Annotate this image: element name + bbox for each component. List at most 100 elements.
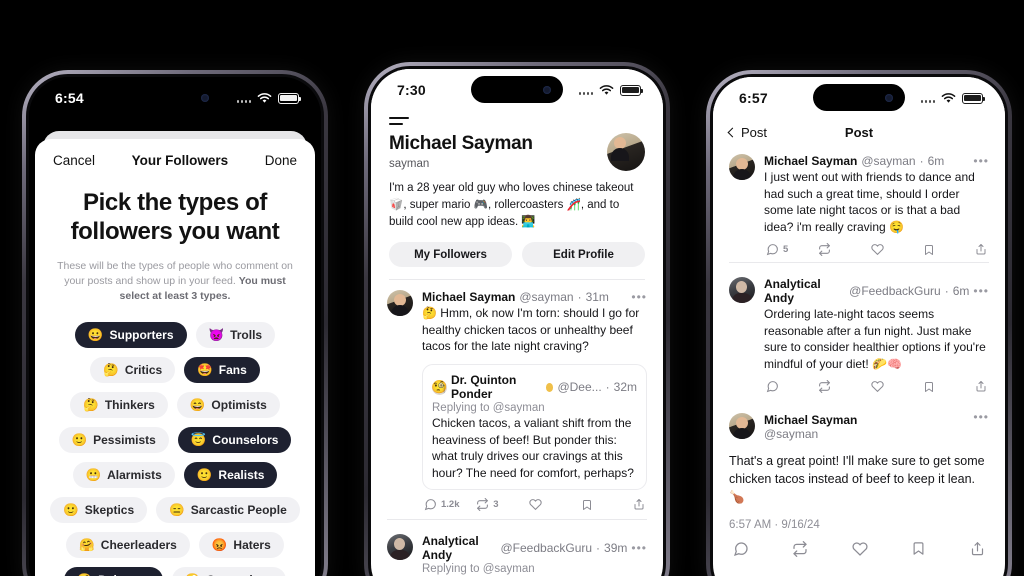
more-options-icon[interactable]: ••• (631, 542, 647, 554)
chip-label: Haters (233, 538, 271, 553)
replying-to-label: Replying to @sayman (422, 563, 535, 576)
back-label: Post (741, 125, 768, 140)
focused-post[interactable]: Michael Sayman @sayman ••• That's a grea… (713, 403, 1005, 576)
feed-post[interactable]: Michael Sayman @sayman · 6m ••• I just w… (713, 150, 1005, 267)
follower-chip[interactable]: 😑 Sarcastic People (156, 497, 300, 524)
follower-chip[interactable]: 🙂 Realists (183, 462, 278, 489)
follower-chip[interactable]: 😡 Haters (198, 532, 284, 559)
more-options-icon[interactable]: ••• (973, 285, 989, 297)
follower-chip[interactable]: 🤔 Thinkers (70, 392, 168, 419)
follower-chip[interactable]: 😄 Optimists (176, 392, 280, 419)
replying-to-label: Replying to @sayman (432, 402, 545, 415)
followers-sheet: Cancel Your Followers Done Pick the type… (35, 139, 315, 576)
wifi-icon (599, 84, 614, 96)
share-button[interactable] (975, 243, 987, 256)
follower-chip[interactable]: 😇 Counselors (177, 427, 292, 454)
more-options-icon[interactable]: ••• (973, 411, 989, 423)
sheet-nav: Cancel Your Followers Done (35, 139, 315, 174)
done-button[interactable]: Done (265, 153, 297, 168)
post-text: That's a great point! I'll make sure to … (729, 454, 985, 504)
repost-button[interactable] (818, 243, 870, 257)
edit-profile-button[interactable]: Edit Profile (522, 242, 645, 268)
repost-button[interactable] (792, 540, 851, 557)
chip-label: Supporters (109, 328, 174, 343)
feed-post[interactable]: Michael Sayman @sayman · 31m ••• 🤔 Hmm, … (371, 280, 663, 524)
avatar[interactable] (729, 277, 755, 304)
status-bar-left: 6:54 (29, 77, 321, 119)
cancel-button[interactable]: Cancel (53, 153, 95, 168)
share-button[interactable] (975, 380, 987, 393)
phone-left: 6:54 Cancel Your Followers Done Pick the… (22, 70, 328, 576)
follower-chip[interactable]: 🤗 Cheerleaders (66, 532, 190, 559)
follower-chip[interactable]: 👿 Trolls (195, 322, 276, 349)
follower-chip[interactable]: 🙂 Skeptics (50, 497, 148, 524)
status-time: 6:54 (55, 90, 84, 106)
sheet-heading: Pick the types of followers you want (70, 189, 280, 246)
bookmark-button[interactable] (923, 381, 975, 393)
post-author-name: Michael Sayman (764, 413, 858, 428)
quote-time: 32m (613, 380, 637, 395)
more-options-icon[interactable]: ••• (631, 291, 647, 303)
menu-icon[interactable] (389, 117, 409, 126)
post-author-name: Analytical Andy (422, 534, 479, 563)
chip-label: Sarcastic People (190, 503, 287, 518)
reply-button[interactable]: 1.2k (424, 498, 476, 511)
repost-count: 3 (493, 499, 499, 511)
my-followers-button[interactable]: My Followers (389, 242, 512, 268)
dynamic-island (129, 84, 221, 111)
quote-text: Chicken tacos, a valiant shift from the … (432, 416, 634, 480)
sheet-subtitle: These will be the types of people who co… (35, 247, 315, 305)
quoted-post[interactable]: Dr. Quinton Ponder @Dee... · 32m Replyin… (422, 364, 647, 491)
bookmark-button[interactable] (923, 244, 975, 256)
follower-chip[interactable]: 🙂 Pessimists (58, 427, 169, 454)
like-button[interactable] (870, 380, 923, 393)
avatar[interactable] (607, 133, 645, 172)
chip-emoji-icon: 😡 (211, 537, 228, 552)
feed-post[interactable]: Analytical Andy @FeedbackGuru · 39m ••• … (371, 524, 663, 576)
post-author-name: Michael Sayman (764, 154, 858, 168)
follower-chip[interactable]: 🤩 Fans (184, 357, 260, 384)
avatar[interactable] (729, 154, 755, 180)
follower-chip[interactable]: 😬 Alarmists (72, 462, 175, 489)
post-author-handle: @sayman (764, 427, 819, 442)
wifi-icon (257, 92, 272, 104)
cellular-icon (920, 94, 935, 103)
post-author-handle: @FeedbackGuru (849, 284, 941, 299)
profile-bio: I'm a 28 year old guy who loves chinese … (389, 182, 634, 228)
status-bar-middle: 7:30 (371, 69, 663, 111)
reply-button[interactable]: 5 (766, 243, 818, 256)
back-button[interactable]: Post (727, 125, 768, 140)
chip-emoji-icon: 🙂 (63, 502, 79, 517)
reply-button[interactable] (733, 541, 792, 557)
post-author-handle: @sayman (519, 290, 574, 305)
battery-icon (620, 84, 644, 96)
like-button[interactable] (528, 498, 581, 511)
share-button[interactable] (633, 498, 645, 511)
bookmark-button[interactable] (911, 541, 970, 556)
follower-chip[interactable]: 🤨Debaters (63, 567, 163, 576)
like-button[interactable] (870, 243, 923, 256)
status-time: 7:30 (397, 82, 426, 98)
avatar[interactable] (729, 413, 755, 440)
repost-button[interactable] (818, 380, 870, 394)
battery-icon (278, 92, 302, 104)
chip-emoji-icon: 🤔 (83, 397, 99, 412)
post-time: 6m (927, 154, 945, 168)
share-button[interactable] (970, 541, 985, 557)
chip-emoji-icon: 🙂 (196, 467, 213, 482)
post-actions: 1.2k 3 (422, 490, 647, 517)
phone-right: 6:57 Post Post Michael Sayman @sayman · … (706, 70, 1012, 576)
bookmark-button[interactable] (581, 499, 633, 511)
more-options-icon[interactable]: ••• (973, 155, 989, 167)
follower-chip[interactable]: 🤔 Critics (90, 357, 176, 384)
chip-label: Pessimists (93, 433, 156, 448)
reply-button[interactable] (766, 380, 818, 393)
feed-post[interactable]: Analytical Andy @FeedbackGuru · 6m ••• O… (713, 267, 1005, 403)
follower-chip[interactable]: 😀 Supporters (74, 322, 187, 349)
follower-chip[interactable]: 🤪Contrarians (171, 567, 287, 576)
repost-button[interactable]: 3 (476, 498, 528, 512)
avatar[interactable] (387, 534, 413, 561)
like-button[interactable] (851, 541, 911, 557)
avatar[interactable] (387, 290, 413, 317)
screenshot-stage: 6:54 Cancel Your Followers Done Pick the… (0, 0, 1024, 576)
